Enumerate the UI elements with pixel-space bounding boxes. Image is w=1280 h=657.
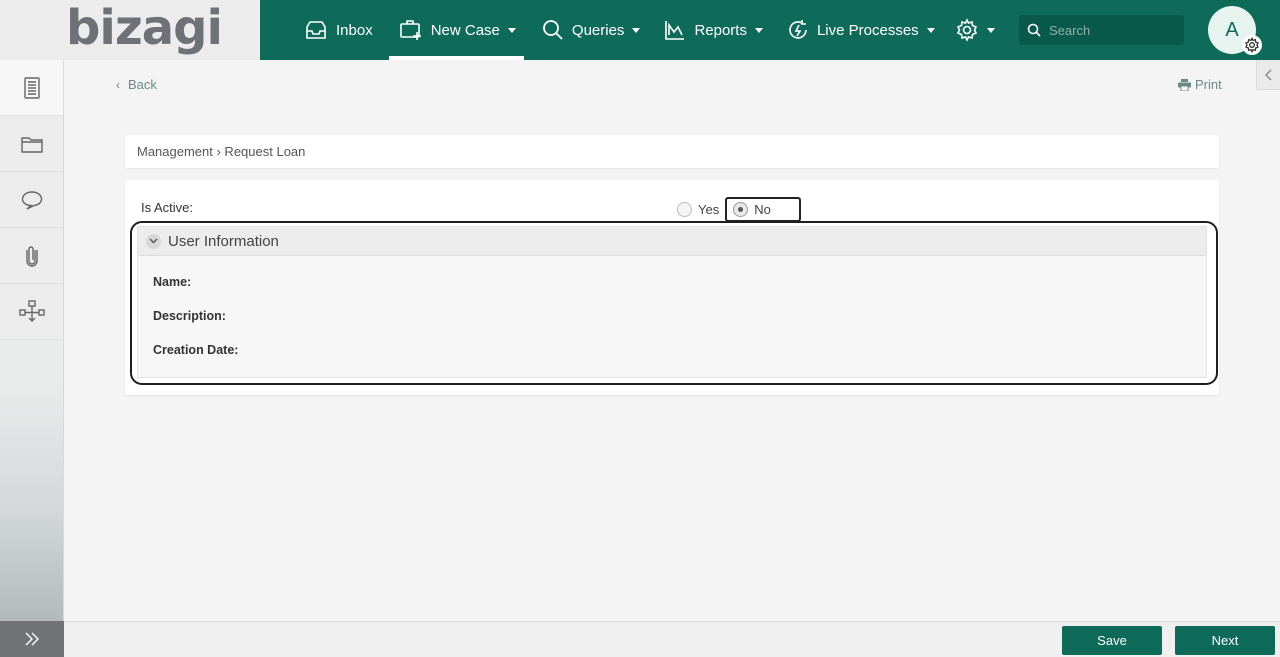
nav-admin[interactable]	[945, 0, 1005, 60]
search-input[interactable]	[1049, 22, 1169, 38]
nav-inbox[interactable]: Inbox	[294, 0, 383, 60]
new-case-icon	[399, 20, 421, 40]
folder-icon	[20, 136, 43, 153]
sidebar-icons	[0, 60, 63, 340]
search-box[interactable]	[1019, 15, 1184, 45]
nav-reports-label: Reports	[694, 21, 747, 39]
gear-icon	[956, 18, 977, 42]
user-information-header[interactable]: User Information	[138, 227, 1206, 256]
print-label: Print	[1195, 77, 1222, 92]
bottom-action-bar: Save Next	[64, 621, 1280, 657]
user-information-group: User Information Name: Description: Crea…	[137, 226, 1207, 378]
reports-icon	[665, 21, 685, 40]
sidebar-item-case-details[interactable]	[0, 60, 63, 116]
sidebar-item-comments[interactable]	[0, 172, 63, 228]
breadcrumb-text: Management › Request Loan	[137, 144, 306, 159]
bizagi-logo[interactable]: bizagi	[66, 0, 223, 56]
form-card: Is Active: Yes No User Information Name:…	[125, 180, 1219, 395]
double-chevron-right-icon	[25, 632, 39, 646]
sidebar-item-folders[interactable]	[0, 116, 63, 172]
nav-queries[interactable]: Queries	[532, 0, 651, 60]
collapse-toggle[interactable]	[146, 233, 161, 249]
chevron-left-icon: ‹	[116, 77, 120, 92]
chevron-down-icon	[149, 238, 158, 244]
nav-new-case-label: New Case	[430, 21, 500, 39]
search-icon	[543, 20, 563, 40]
main-nav: Inbox New Case Queries Reports Live Proc…	[260, 0, 1005, 60]
is-active-label: Is Active:	[141, 200, 194, 215]
gear-icon	[1245, 37, 1259, 53]
back-label: Back	[128, 77, 157, 92]
search-icon	[1027, 23, 1041, 37]
next-button[interactable]: Next	[1175, 626, 1275, 655]
logo-area[interactable]: bizagi	[0, 0, 260, 60]
right-panel-toggle[interactable]	[1256, 60, 1280, 90]
chevron-left-icon	[1264, 69, 1271, 80]
radio-yes-label: Yes	[698, 202, 720, 217]
sidebar-item-attachments[interactable]	[0, 228, 63, 284]
radio-no-label: No	[754, 202, 771, 217]
avatar-initial: A	[1225, 18, 1239, 41]
live-processes-icon	[789, 20, 807, 39]
comments-icon	[21, 190, 42, 210]
chevron-down-icon	[507, 27, 516, 33]
user-settings-button[interactable]	[1242, 35, 1262, 55]
chevron-down-icon	[986, 27, 995, 33]
is-active-radio-group: Yes No	[677, 197, 807, 222]
nav-reports[interactable]: Reports	[654, 0, 773, 60]
inbox-icon	[306, 21, 326, 39]
case-details-icon	[23, 76, 40, 99]
description-label: Description:	[153, 309, 226, 323]
nav-inbox-label: Inbox	[336, 21, 373, 39]
name-label: Name:	[153, 275, 192, 289]
back-link[interactable]: ‹ Back	[116, 77, 157, 92]
radio-yes-circle[interactable]	[677, 202, 692, 217]
radio-no[interactable]: No	[725, 197, 801, 222]
sidebar-item-process-map[interactable]	[0, 284, 63, 340]
top-bar: bizagi Inbox New Case Queries Reports Li…	[0, 0, 1280, 60]
chevron-down-icon	[632, 27, 641, 33]
nav-live-processes[interactable]: Live Processes	[777, 0, 945, 60]
creation-date-label: Creation Date:	[153, 343, 239, 357]
attachment-icon	[25, 245, 38, 267]
nav-new-case[interactable]: New Case	[388, 0, 525, 60]
sidebar-expand-button[interactable]	[0, 621, 64, 657]
nav-live-processes-label: Live Processes	[816, 21, 919, 39]
left-sidebar	[0, 60, 64, 657]
process-map-icon	[18, 299, 45, 322]
radio-no-circle[interactable]	[733, 202, 749, 217]
breadcrumb: Management › Request Loan	[125, 135, 1219, 168]
nav-queries-label: Queries	[571, 21, 625, 39]
chevron-down-icon	[926, 27, 935, 33]
group-title: User Information	[168, 232, 279, 250]
chevron-down-icon	[754, 27, 763, 33]
save-button[interactable]: Save	[1062, 626, 1162, 655]
radio-yes[interactable]: Yes	[677, 202, 719, 217]
print-link[interactable]: Print	[1178, 77, 1222, 92]
printer-icon	[1178, 78, 1191, 91]
